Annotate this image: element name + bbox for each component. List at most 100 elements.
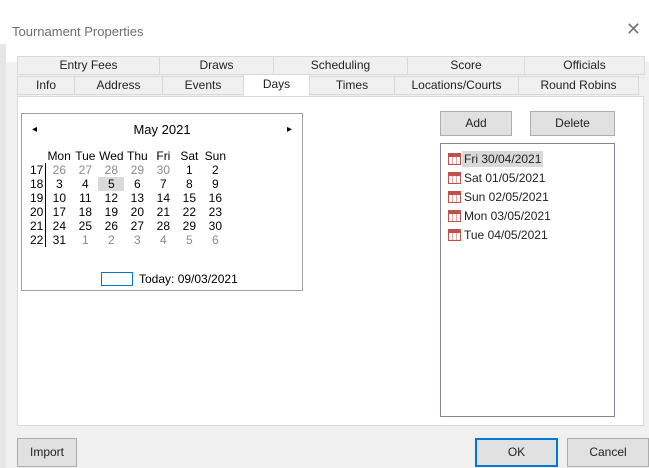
weekday-header: Sun — [204, 149, 227, 163]
week-number: 21 — [30, 219, 44, 233]
calendar-day[interactable]: 25 — [72, 219, 98, 233]
cancel-button[interactable]: Cancel — [567, 438, 649, 467]
week-number: 19 — [30, 191, 44, 205]
calendar-day[interactable]: 15 — [176, 191, 202, 205]
tab-score[interactable]: Score — [407, 56, 525, 75]
close-icon[interactable]: ✕ — [626, 20, 641, 38]
calendar-day[interactable]: 1 — [72, 233, 98, 247]
tournament-days-list[interactable]: Fri 30/04/2021 Sat 01/05/2021 Sun 02/05/… — [440, 143, 615, 417]
calendar-day[interactable]: 28 — [98, 163, 124, 177]
tab-officials[interactable]: Officials — [524, 56, 645, 75]
list-item-label: Tue 04/05/2021 — [464, 227, 548, 242]
tab-days[interactable]: Days — [243, 74, 310, 96]
weekday-header: Mon — [47, 149, 71, 163]
calendar-day[interactable]: 5 — [176, 233, 202, 247]
list-item-label: Sun 02/05/2021 — [464, 189, 549, 204]
list-item[interactable]: Mon 03/05/2021 — [448, 207, 553, 224]
weekday-header: Tue — [75, 149, 96, 163]
list-item-label: Fri 30/04/2021 — [462, 150, 544, 167]
calendar-day[interactable]: 17 — [46, 205, 73, 219]
calendar-day[interactable]: 18 — [72, 205, 98, 219]
calendar-day[interactable]: 6 — [202, 233, 228, 247]
add-button[interactable]: Add — [440, 111, 512, 136]
calendar-day[interactable]: 14 — [150, 191, 176, 205]
calendar-day[interactable]: 22 — [176, 205, 202, 219]
weekday-header: Sat — [180, 149, 199, 163]
calendar-icon — [448, 190, 461, 203]
calendar-day[interactable]: 26 — [46, 163, 73, 177]
calendar-day[interactable]: 29 — [176, 219, 202, 233]
calendar-day[interactable]: 4 — [72, 177, 98, 191]
calendar-icon — [448, 209, 461, 222]
tab-times[interactable]: Times — [309, 76, 395, 95]
calendar-day[interactable]: 20 — [124, 205, 150, 219]
calendar-icon — [448, 171, 461, 184]
calendar-grid: Mon Tue Wed Thu Fri Sat Sun 17 26 27 28 … — [30, 149, 228, 247]
tab-locations-courts[interactable]: Locations/Courts — [394, 76, 519, 95]
calendar-day[interactable]: 13 — [124, 191, 150, 205]
calendar-day[interactable]: 8 — [176, 177, 202, 191]
calendar-day[interactable]: 28 — [150, 219, 176, 233]
tab-draws[interactable]: Draws — [159, 56, 274, 75]
list-item-label: Sat 01/05/2021 — [464, 170, 546, 185]
calendar-day[interactable]: 30 — [202, 219, 228, 233]
calendar-day[interactable]: 16 — [202, 191, 228, 205]
calendar-day[interactable]: 7 — [150, 177, 176, 191]
calendar-day[interactable]: 10 — [46, 191, 73, 205]
calendar-day[interactable]: 27 — [124, 219, 150, 233]
tab-events[interactable]: Events — [162, 76, 244, 95]
today-marker-icon — [101, 272, 133, 286]
title-bar: Tournament Properties ✕ — [0, 0, 649, 62]
weekday-header: Wed — [99, 149, 124, 163]
delete-button[interactable]: Delete — [530, 111, 615, 136]
calendar-day[interactable]: 11 — [72, 191, 98, 205]
tab-scheduling[interactable]: Scheduling — [273, 56, 408, 75]
calendar-day[interactable]: 3 — [46, 177, 73, 191]
window-left-border — [0, 44, 6, 468]
calendar-day-selected[interactable]: 5 — [98, 177, 125, 191]
calendar-day[interactable]: 27 — [72, 163, 98, 177]
calendar-day[interactable]: 26 — [98, 219, 124, 233]
calendar-day[interactable]: 19 — [98, 205, 124, 219]
tab-row-bottom: Info Address Events Days Times Locations… — [17, 74, 639, 96]
ok-button[interactable]: OK — [475, 438, 558, 467]
calendar-day[interactable]: 6 — [124, 177, 150, 191]
calendar-day[interactable]: 3 — [124, 233, 150, 247]
month-calendar[interactable]: ◂ May 2021 ▸ Mon Tue Wed Thu Fri Sat Sun… — [21, 113, 303, 291]
calendar-day[interactable]: 30 — [150, 163, 176, 177]
week-number: 18 — [30, 177, 44, 191]
week-number: 17 — [30, 163, 44, 177]
list-item[interactable]: Sat 01/05/2021 — [448, 169, 547, 186]
calendar-day[interactable]: 12 — [98, 191, 124, 205]
next-month-icon[interactable]: ▸ — [287, 124, 292, 135]
calendar-day[interactable]: 21 — [150, 205, 176, 219]
window-title: Tournament Properties — [12, 24, 144, 39]
weekday-header: Thu — [127, 149, 148, 163]
list-item[interactable]: Fri 30/04/2021 — [448, 150, 544, 167]
calendar-day[interactable]: 31 — [46, 233, 73, 247]
tab-row-top: Entry Fees Draws Scheduling Score Offici… — [17, 56, 645, 75]
calendar-day[interactable]: 2 — [98, 233, 124, 247]
week-number: 22 — [30, 233, 44, 247]
calendar-icon — [448, 152, 461, 165]
calendar-month-label[interactable]: May 2021 — [22, 122, 302, 137]
list-item[interactable]: Sun 02/05/2021 — [448, 188, 551, 205]
tab-round-robins[interactable]: Round Robins — [518, 76, 639, 95]
import-button[interactable]: Import — [17, 438, 77, 467]
tab-info[interactable]: Info — [17, 76, 75, 95]
today-label: Today: 09/03/2021 — [139, 272, 238, 286]
tab-address[interactable]: Address — [74, 76, 163, 95]
list-item[interactable]: Tue 04/05/2021 — [448, 226, 550, 243]
list-item-label: Mon 03/05/2021 — [464, 208, 551, 223]
calendar-day[interactable]: 23 — [202, 205, 228, 219]
calendar-day[interactable]: 29 — [124, 163, 150, 177]
tab-entry-fees[interactable]: Entry Fees — [17, 56, 160, 75]
weekday-header: Fri — [156, 149, 171, 163]
today-link[interactable]: Today: 09/03/2021 — [101, 272, 238, 286]
week-number: 20 — [30, 205, 44, 219]
calendar-day[interactable]: 1 — [176, 163, 202, 177]
calendar-day[interactable]: 4 — [150, 233, 176, 247]
calendar-day[interactable]: 24 — [46, 219, 73, 233]
calendar-day[interactable]: 9 — [202, 177, 228, 191]
calendar-day[interactable]: 2 — [202, 163, 228, 177]
